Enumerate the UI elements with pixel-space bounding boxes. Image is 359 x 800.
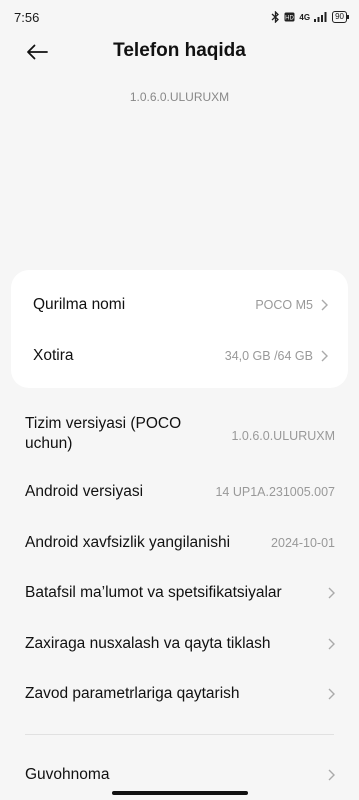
page-title: Telefon haqida (113, 40, 246, 61)
backup-restore-label: Zaxiraga nusxalash va qayta tiklash (25, 635, 271, 652)
home-indicator[interactable] (112, 791, 248, 795)
detailed-info-row[interactable]: Batafsil ma’lumot va spetsifikatsiyalar (0, 581, 359, 605)
app-header: Telefon haqida (0, 34, 359, 70)
android-version-row[interactable]: Android versiyasi 14 UP1A.231005.007 (0, 480, 359, 504)
android-version-value: 14 UP1A.231005.007 (215, 485, 335, 499)
security-update-row[interactable]: Android xavfsizlik yangilanishi 2024-10-… (0, 531, 359, 555)
chevron-right-icon (321, 350, 328, 362)
factory-reset-label: Zavod parametrlariga qaytarish (25, 685, 240, 702)
network-type: 4G (299, 12, 311, 22)
security-update-value: 2024-10-01 (271, 536, 335, 550)
status-time: 7:56 (14, 9, 40, 25)
battery-level: 90 (335, 12, 344, 21)
system-version-value: 1.0.6.0.ULURUXM (231, 429, 335, 443)
detailed-info-label: Batafsil ma’lumot va spetsifikatsiyalar (25, 584, 282, 601)
storage-value: 34,0 GB /64 GB (224, 349, 313, 363)
chevron-right-icon (328, 638, 335, 650)
miui-version-subtitle: 1.0.6.0.ULURUXM (129, 90, 230, 104)
storage-row[interactable]: Xotira 34,0 GB /64 GB (11, 331, 348, 381)
device-name-row[interactable]: Qurilma nomi POCO M5 (11, 280, 348, 330)
device-name-value: POCO M5 (255, 298, 313, 312)
security-update-label: Android xavfsizlik yangilanishi (25, 534, 231, 551)
bluetooth-icon (271, 11, 280, 23)
chevron-right-icon (328, 587, 335, 599)
system-version-row[interactable]: Tizim versiyasi (POCO uchun) 1.0.6.0.ULU… (0, 414, 359, 454)
certificate-label: Guvohnoma (25, 766, 110, 783)
status-bar: 7:56 HD 4G 90 (0, 0, 359, 34)
system-version-label: Tizim versiyasi (POCO uchun) (25, 415, 182, 452)
android-version-label: Android versiyasi (25, 483, 144, 500)
device-info-card: Qurilma nomi POCO M5 Xotira 34,0 GB /64 … (11, 270, 348, 388)
storage-label: Xotira (33, 347, 74, 364)
svg-text:HD: HD (286, 16, 295, 22)
battery-icon: 90 (332, 11, 349, 23)
device-name-label: Qurilma nomi (33, 296, 126, 313)
factory-reset-row[interactable]: Zavod parametrlariga qaytarish (0, 682, 359, 706)
certificate-row[interactable]: Guvohnoma (0, 763, 359, 787)
status-icons: HD 4G 90 (271, 11, 349, 23)
section-divider (25, 734, 334, 735)
chevron-right-icon (321, 299, 328, 311)
volte-icon: HD (284, 12, 295, 22)
signal-icon (314, 12, 328, 22)
chevron-right-icon (328, 688, 335, 700)
chevron-right-icon (328, 769, 335, 781)
backup-restore-row[interactable]: Zaxiraga nusxalash va qayta tiklash (0, 632, 359, 656)
